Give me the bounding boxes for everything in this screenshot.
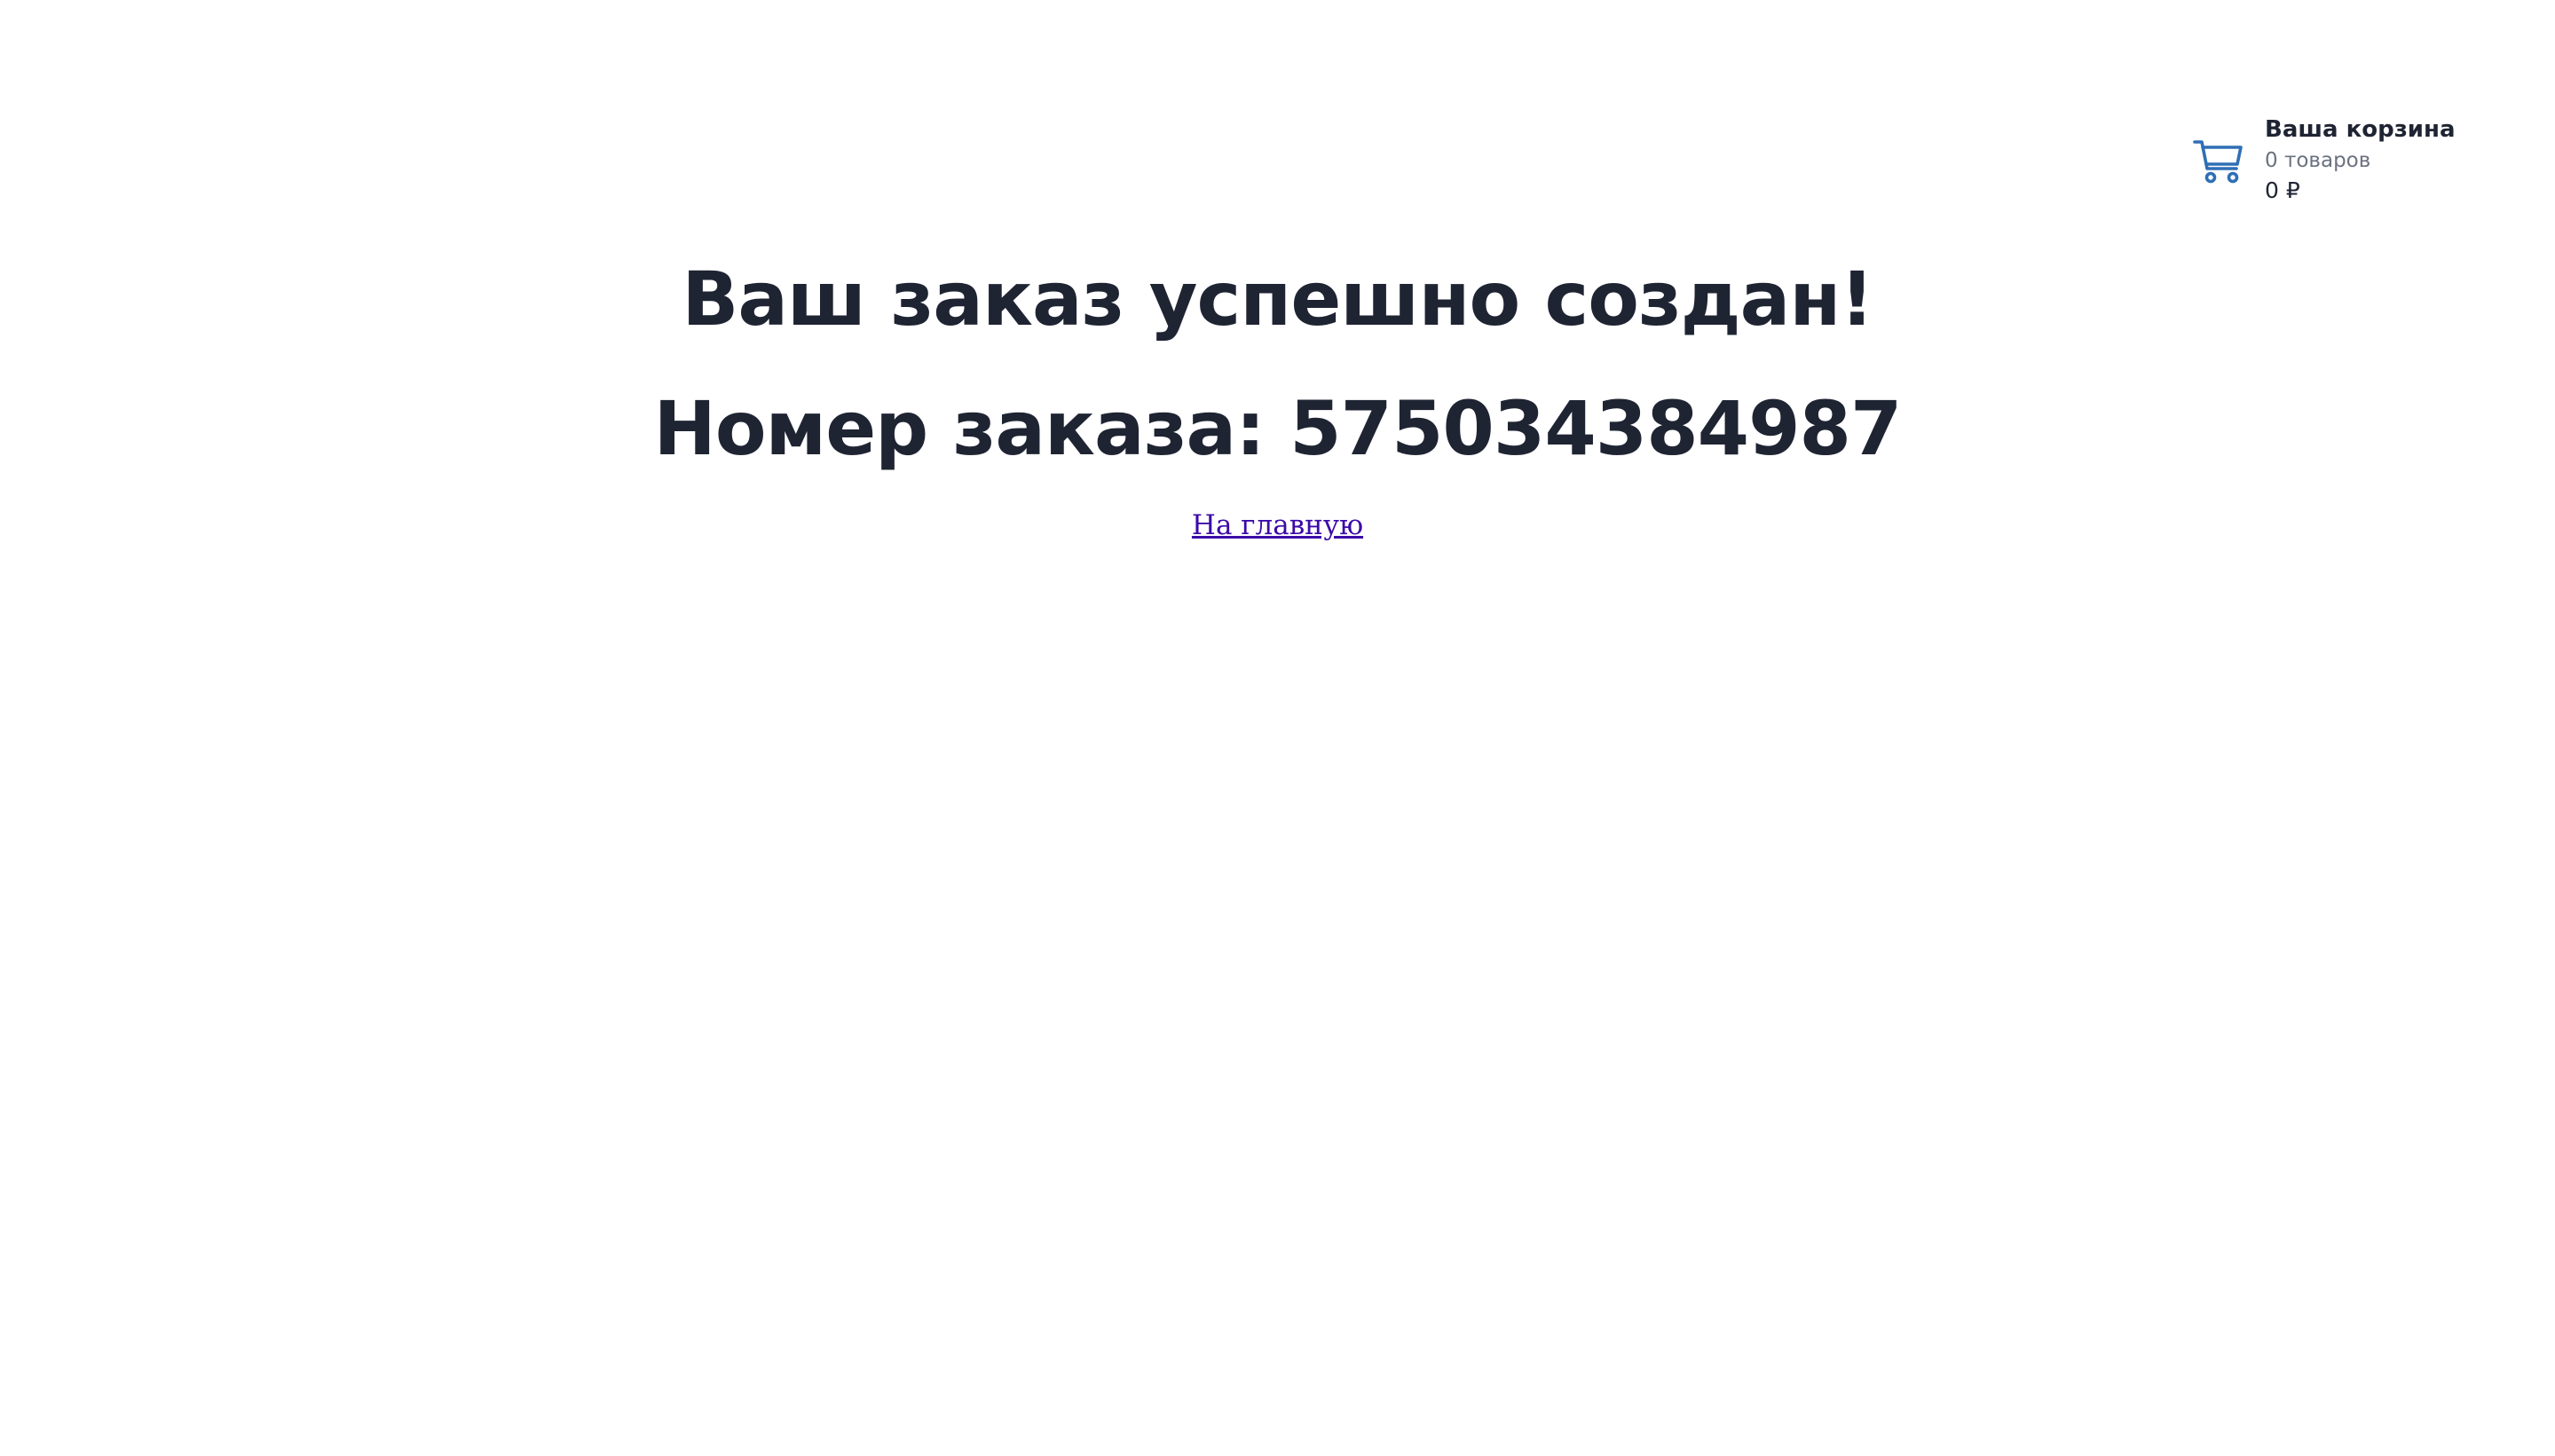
order-confirmation: Ваш заказ успешно создан! Номер заказа: … [0,241,2555,541]
cart-widget[interactable]: Ваша корзина 0 товаров 0 ₽ [2192,114,2456,206]
shopping-cart-icon [2193,140,2243,184]
order-number-line: Номер заказа: 575034384987 [0,371,2555,486]
home-link[interactable]: На главную [1192,509,1363,541]
order-number-value: 575034384987 [1289,385,1902,472]
cart-total: 0 ₽ [2265,177,2300,203]
cart-info: Ваша корзина 0 товаров 0 ₽ [2265,114,2456,206]
order-number-label: Номер заказа: [653,385,1266,472]
cart-item-count: 0 товаров [2265,149,2371,172]
page-title: Ваш заказ успешно создан! [682,256,1873,342]
cart-title: Ваша корзина [2265,116,2456,143]
